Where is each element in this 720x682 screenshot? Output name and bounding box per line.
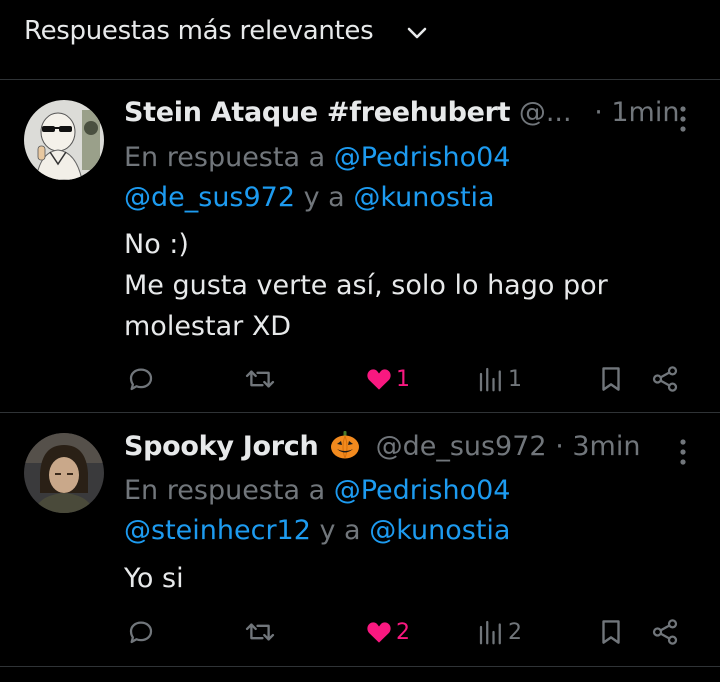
reply-context-continued: @steinhecr12 y a @kunostia (124, 511, 684, 551)
reply-icon (129, 621, 153, 644)
author-row: Spooky Jorch @de_sus972 · 3min (124, 430, 690, 470)
like-count: 1 (396, 366, 410, 392)
tweet-text: No :) Me gusta verte así, solo lo hago p… (124, 224, 684, 347)
replies-sort-bar[interactable]: Respuestas más relevantes (0, 0, 720, 80)
reply-button[interactable] (126, 615, 156, 649)
mention-link[interactable]: @Pedrisho04 (334, 475, 511, 506)
heart-icon (367, 369, 391, 390)
tweet-text-line: No :) (124, 229, 189, 260)
views-icon (479, 620, 501, 645)
reply-context: En respuesta a @Pedrisho04 (124, 471, 684, 511)
user-handle[interactable]: @de_sus972 (376, 431, 547, 462)
repost-button[interactable] (244, 362, 276, 396)
author-row: Stein Ataque #freehubert @... · 1min (124, 97, 690, 137)
bookmark-button[interactable] (596, 362, 626, 396)
views-icon (479, 367, 501, 392)
chevron-down-icon[interactable] (404, 22, 430, 44)
tweet-text-line: Yo si (124, 563, 184, 594)
separator-dot: · (594, 97, 603, 128)
reply-tweet[interactable]: Stein Ataque #freehubert @... · 1min En … (0, 80, 720, 413)
avatar[interactable] (24, 100, 104, 180)
more-options-icon[interactable] (678, 437, 688, 467)
reply-context: En respuesta a @Pedrisho04 (124, 138, 684, 178)
mention-link[interactable]: @kunostia (353, 182, 494, 213)
share-icon (652, 619, 678, 645)
action-bar: 2 2 (124, 615, 684, 649)
reply-context-continued: @de_sus972 y a @kunostia (124, 178, 684, 218)
tweet-text-line: Me gusta verte así, solo lo hago por (124, 270, 608, 301)
bookmark-button[interactable] (596, 615, 626, 649)
reply-prefix: En respuesta a (124, 142, 326, 173)
views-button[interactable]: 1 (476, 362, 522, 396)
reply-connector: y a (319, 515, 361, 546)
mention-link[interactable]: @steinhecr12 (124, 515, 311, 546)
bookmark-icon (602, 367, 620, 391)
reply-icon (129, 368, 153, 391)
timestamp[interactable]: 3min (572, 431, 640, 462)
like-button[interactable]: 2 (364, 615, 410, 649)
view-count: 1 (508, 366, 522, 392)
tweet-text-line: molestar XD (124, 311, 292, 342)
like-button[interactable]: 1 (364, 362, 410, 396)
mention-link[interactable]: @Pedrisho04 (334, 142, 511, 173)
view-count: 2 (508, 619, 522, 645)
reply-prefix: En respuesta a (124, 475, 326, 506)
display-name[interactable]: Spooky Jorch (124, 431, 319, 462)
reply-connector: y a (303, 182, 345, 213)
mention-link[interactable]: @kunostia (369, 515, 510, 546)
user-handle[interactable]: @... (519, 97, 572, 128)
tweet-text: Yo si (124, 558, 684, 599)
sort-label[interactable]: Respuestas más relevantes (24, 16, 374, 46)
separator-dot: · (555, 431, 564, 462)
bookmark-icon (602, 620, 620, 644)
repost-icon (245, 370, 275, 388)
mention-link[interactable]: @de_sus972 (124, 182, 295, 213)
display-name[interactable]: Stein Ataque #freehubert (124, 97, 511, 128)
pumpkin-icon (330, 431, 359, 459)
like-count: 2 (396, 619, 410, 645)
repost-button[interactable] (244, 615, 276, 649)
share-button[interactable] (650, 362, 680, 396)
action-bar: 1 1 (124, 362, 684, 396)
avatar[interactable] (24, 433, 104, 513)
reply-tweet[interactable]: Spooky Jorch @de_sus972 · 3min En respue… (0, 413, 720, 667)
repost-icon (245, 623, 275, 641)
share-icon (652, 366, 678, 392)
more-options-icon[interactable] (678, 104, 688, 134)
timestamp[interactable]: 1min (611, 97, 679, 128)
share-button[interactable] (650, 615, 680, 649)
views-button[interactable]: 2 (476, 615, 522, 649)
heart-icon (367, 622, 391, 643)
reply-button[interactable] (126, 362, 156, 396)
